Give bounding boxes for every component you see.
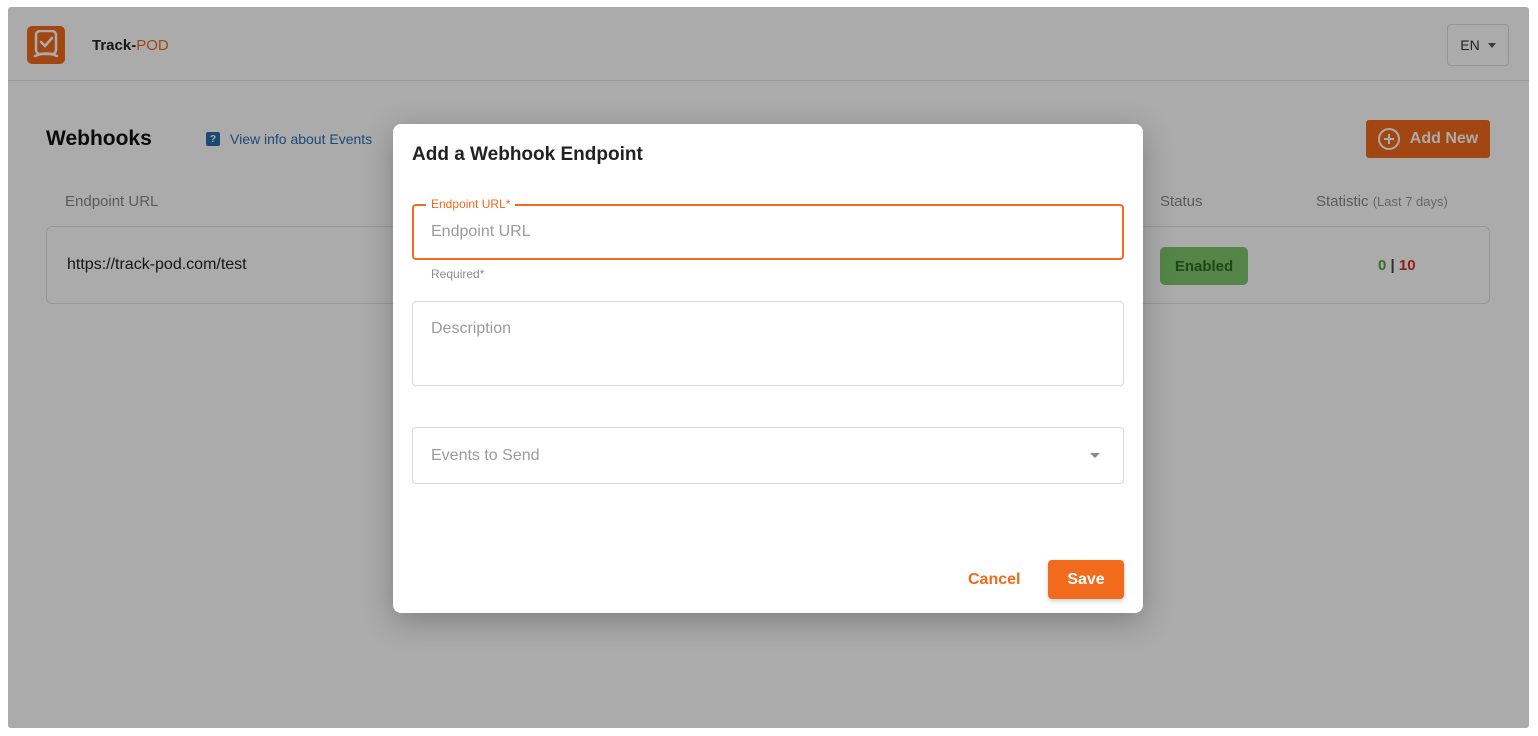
endpoint-url-label: Endpoint URL*: [426, 197, 516, 211]
endpoint-url-input[interactable]: [431, 222, 1101, 242]
description-input[interactable]: [431, 320, 1101, 375]
cancel-button[interactable]: Cancel: [958, 561, 1030, 599]
add-webhook-dialog: Add a Webhook Endpoint Endpoint URL* Req…: [393, 124, 1143, 613]
required-helper-text: Required*: [431, 267, 485, 281]
chevron-down-icon: [1090, 453, 1100, 458]
save-button[interactable]: Save: [1048, 560, 1124, 599]
events-to-send-select[interactable]: Events to Send: [412, 427, 1124, 484]
dialog-title: Add a Webhook Endpoint: [412, 144, 643, 165]
description-field: [412, 301, 1124, 386]
events-select-label: Events to Send: [431, 447, 540, 464]
app-window: Track-POD EN Webhooks ? View info about …: [8, 7, 1529, 728]
endpoint-url-field: Endpoint URL*: [412, 197, 1124, 260]
